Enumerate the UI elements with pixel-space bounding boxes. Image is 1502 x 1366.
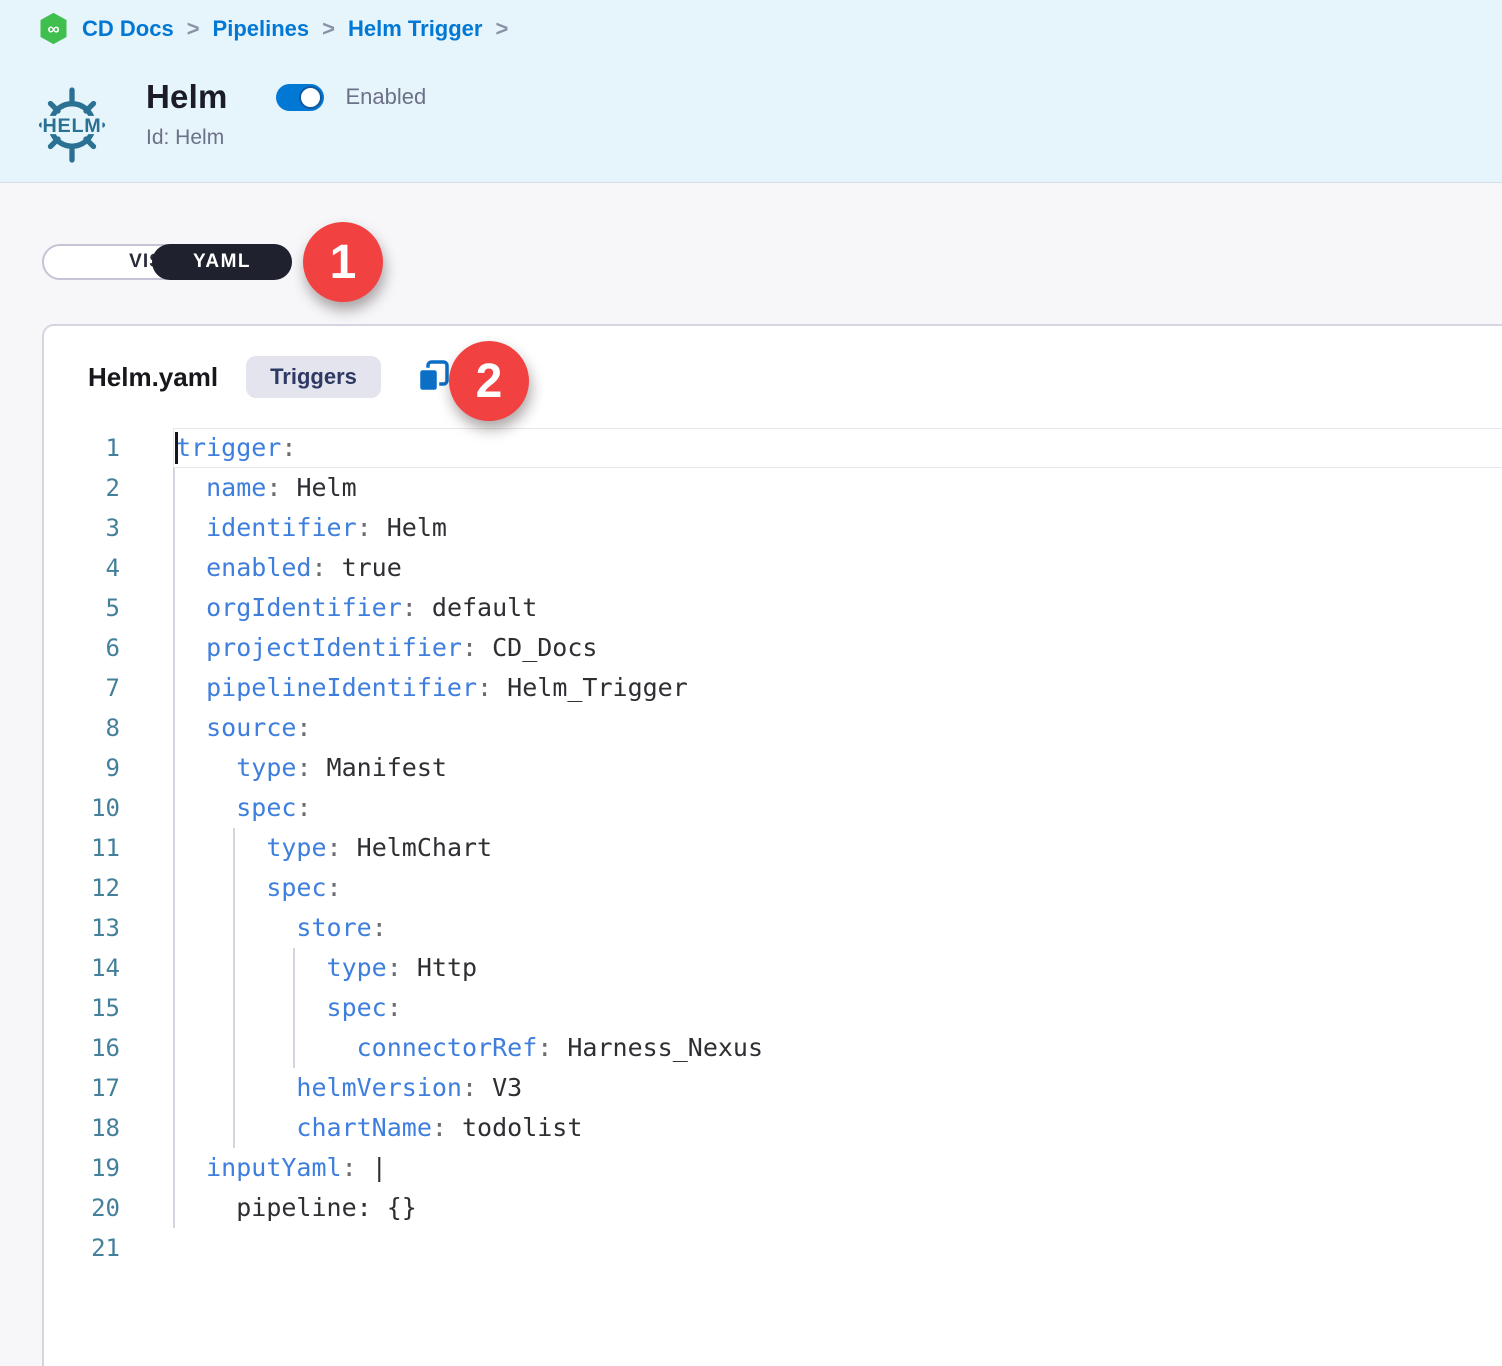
code-line[interactable]: 15 spec: (44, 988, 1502, 1028)
code-text: connectorRef: Harness_Nexus (120, 1028, 1502, 1068)
svg-text:∞: ∞ (47, 20, 59, 39)
annotation-badge-2: 2 (449, 341, 529, 421)
code-line[interactable]: 19 inputYaml: | (44, 1148, 1502, 1188)
line-number: 20 (44, 1188, 120, 1228)
trigger-title-row: HELM Helm Enabled Id: Helm (34, 78, 426, 170)
enabled-label: Enabled (346, 84, 427, 110)
code-line[interactable]: 20 pipeline: {} (44, 1188, 1502, 1228)
line-number: 11 (44, 828, 120, 868)
page-title: Helm (146, 78, 228, 116)
code-line[interactable]: 3 identifier: Helm (44, 508, 1502, 548)
code-text: projectIdentifier: CD_Docs (120, 628, 1502, 668)
code-text: identifier: Helm (120, 508, 1502, 548)
code-line[interactable]: 2 name: Helm (44, 468, 1502, 508)
code-line[interactable]: 14 type: Http (44, 948, 1502, 988)
code-line[interactable]: 9 type: Manifest (44, 748, 1502, 788)
code-line[interactable]: 6 projectIdentifier: CD_Docs (44, 628, 1502, 668)
yaml-editor[interactable]: 1 trigger: 2 name: Helm 3 identifier: He… (44, 428, 1502, 1268)
code-line[interactable]: 4 enabled: true (44, 548, 1502, 588)
code-text: inputYaml: | (120, 1148, 1502, 1188)
breadcrumb-separator: > (322, 16, 335, 42)
copy-icon[interactable] (415, 358, 453, 396)
line-number: 5 (44, 588, 120, 628)
code-line[interactable]: 18 chartName: todolist (44, 1108, 1502, 1148)
line-number: 17 (44, 1068, 120, 1108)
line-number: 21 (44, 1228, 120, 1268)
code-text: enabled: true (120, 548, 1502, 588)
code-text: spec: (120, 988, 1502, 1028)
line-number: 14 (44, 948, 120, 988)
breadcrumb-separator: > (495, 16, 508, 42)
line-number: 16 (44, 1028, 120, 1068)
line-number: 1 (44, 428, 120, 468)
line-number: 7 (44, 668, 120, 708)
code-text: type: Http (120, 948, 1502, 988)
breadcrumb: ∞ CD Docs > Pipelines > Helm Trigger > (38, 13, 508, 44)
tab-yaml[interactable]: YAML (152, 244, 292, 280)
yaml-file-name: Helm.yaml (88, 362, 218, 393)
line-number: 9 (44, 748, 120, 788)
code-text: name: Helm (120, 468, 1502, 508)
line-number: 6 (44, 628, 120, 668)
breadcrumb-link-pipeline[interactable]: Helm Trigger (348, 16, 482, 42)
code-text: type: HelmChart (120, 828, 1502, 868)
code-text: spec: (120, 788, 1502, 828)
enabled-toggle[interactable] (276, 84, 324, 111)
code-line[interactable]: 11 type: HelmChart (44, 828, 1502, 868)
code-line[interactable]: 1 trigger: (44, 428, 1502, 468)
code-text: type: Manifest (120, 748, 1502, 788)
svg-text:HELM: HELM (43, 115, 102, 137)
line-number: 10 (44, 788, 120, 828)
yaml-editor-panel: Helm.yaml Triggers 1 trigger: 2 name: He… (42, 324, 1502, 1366)
triggers-button[interactable]: Triggers (246, 356, 381, 398)
line-number: 2 (44, 468, 120, 508)
line-number: 13 (44, 908, 120, 948)
line-number: 4 (44, 548, 120, 588)
code-text: source: (120, 708, 1502, 748)
helm-logo-icon: HELM (34, 80, 110, 170)
visual-yaml-toggle: VISUAL YAML (42, 244, 292, 280)
code-line[interactable]: 12 spec: (44, 868, 1502, 908)
code-line[interactable]: 21 (44, 1228, 1502, 1268)
toggle-knob (299, 86, 322, 109)
code-text: store: (120, 908, 1502, 948)
breadcrumb-link-pipelines[interactable]: Pipelines (213, 16, 310, 42)
breadcrumb-link-project[interactable]: CD Docs (82, 16, 174, 42)
code-text: orgIdentifier: default (120, 588, 1502, 628)
code-text: chartName: todolist (120, 1108, 1502, 1148)
line-number: 12 (44, 868, 120, 908)
line-number: 19 (44, 1148, 120, 1188)
code-text: spec: (120, 868, 1502, 908)
code-text: trigger: (120, 428, 1502, 468)
annotation-badge-1: 1 (303, 222, 383, 302)
code-line[interactable]: 7 pipelineIdentifier: Helm_Trigger (44, 668, 1502, 708)
line-number: 3 (44, 508, 120, 548)
code-line[interactable]: 8 source: (44, 708, 1502, 748)
line-number: 8 (44, 708, 120, 748)
code-line[interactable]: 16 connectorRef: Harness_Nexus (44, 1028, 1502, 1068)
trigger-id-label: Id: Helm (146, 126, 426, 150)
code-line[interactable]: 5 orgIdentifier: default (44, 588, 1502, 628)
line-number: 15 (44, 988, 120, 1028)
cd-module-icon: ∞ (38, 13, 69, 44)
yaml-panel-header: Helm.yaml Triggers (44, 326, 1502, 428)
line-number: 18 (44, 1108, 120, 1148)
code-text: pipelineIdentifier: Helm_Trigger (120, 668, 1502, 708)
code-text: pipeline: {} (120, 1188, 1502, 1228)
trigger-header: ∞ CD Docs > Pipelines > Helm Trigger > (0, 0, 1502, 183)
code-line[interactable]: 13 store: (44, 908, 1502, 948)
breadcrumb-separator: > (187, 16, 200, 42)
code-line[interactable]: 17 helmVersion: V3 (44, 1068, 1502, 1108)
code-line[interactable]: 10 spec: (44, 788, 1502, 828)
code-text: helmVersion: V3 (120, 1068, 1502, 1108)
code-text (120, 1228, 1502, 1268)
